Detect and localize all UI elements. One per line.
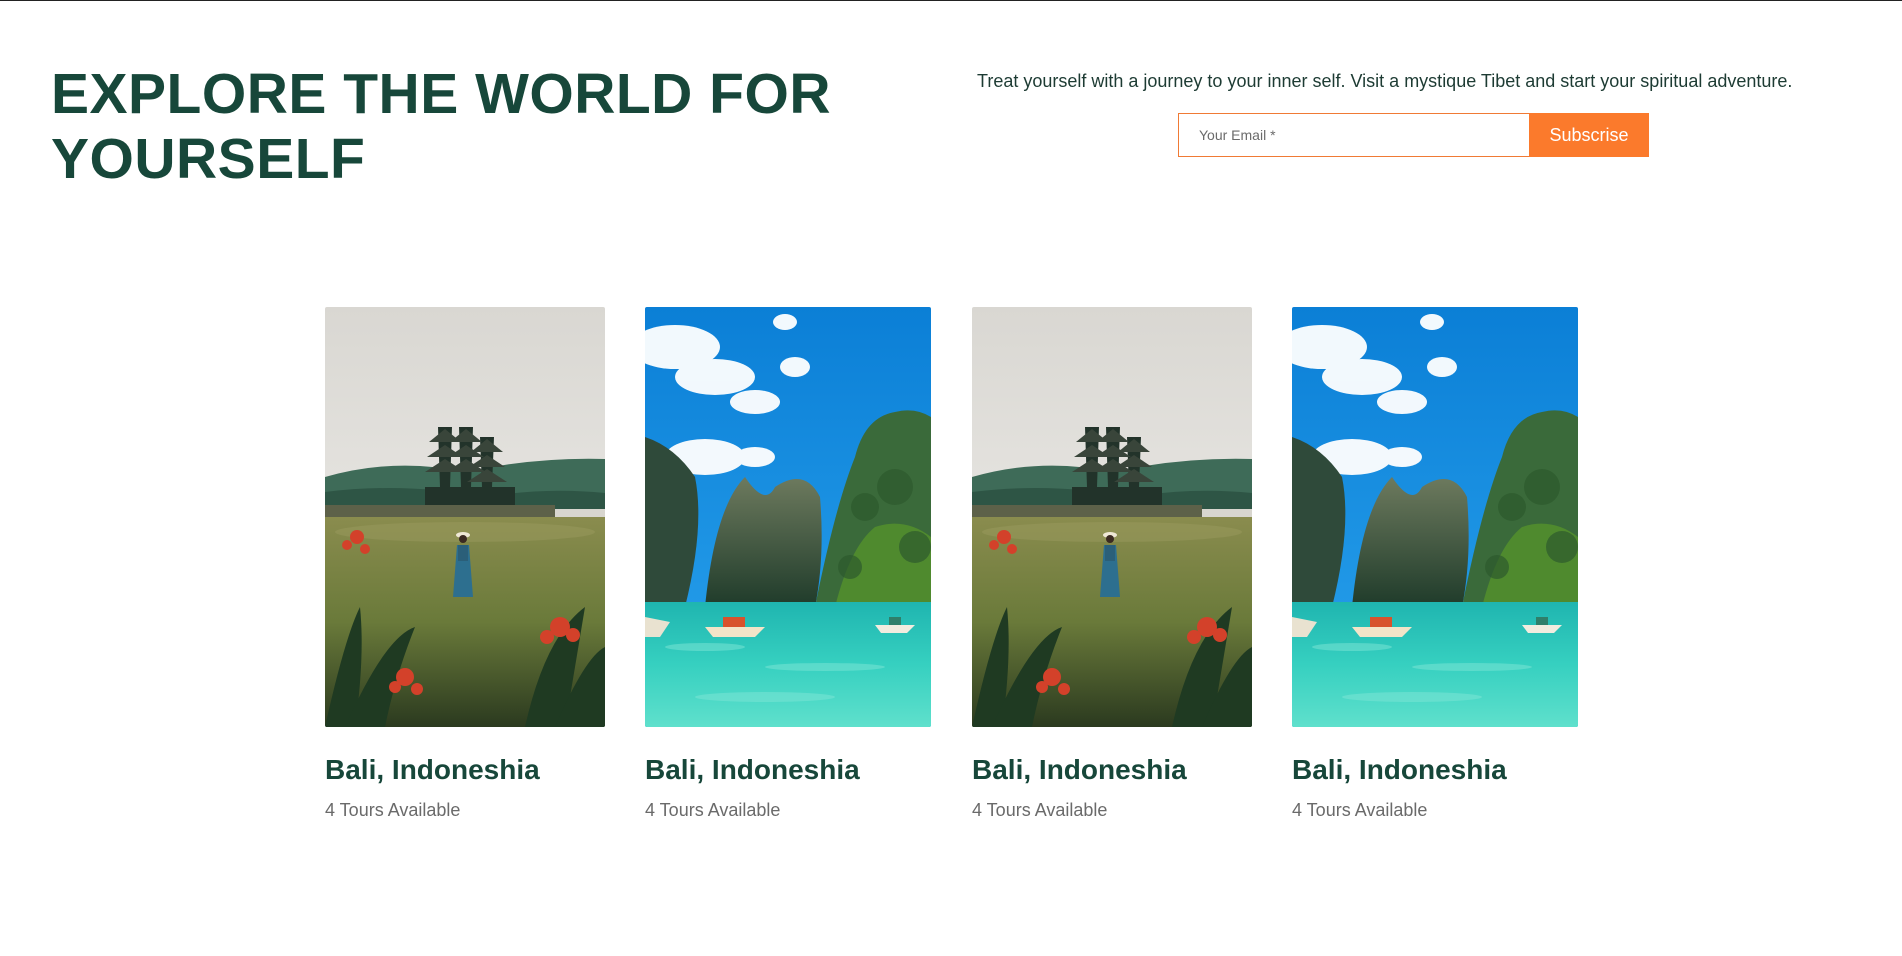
destination-photo[interactable] bbox=[972, 307, 1252, 727]
destination-title[interactable]: Bali, Indoneshia bbox=[325, 754, 605, 786]
destination-card[interactable]: Bali, Indoneshia 4 Tours Available bbox=[645, 307, 931, 821]
destinations-list: Bali, Indoneshia 4 Tours Available Bali,… bbox=[0, 307, 1902, 847]
tours-available: 4 Tours Available bbox=[325, 800, 461, 820]
tours-available: 4 Tours Available bbox=[1292, 800, 1428, 820]
hero-title: EXPLORE THE WORLD FOR YOURSELF bbox=[51, 62, 831, 191]
destination-card[interactable]: Bali, Indoneshia 4 Tours Available bbox=[1292, 307, 1578, 821]
destination-card[interactable]: Bali, Indoneshia 4 Tours Available bbox=[972, 307, 1252, 821]
tours-available: 4 Tours Available bbox=[645, 800, 781, 820]
hero-description: Treat yourself with a journey to your in… bbox=[977, 71, 1793, 91]
destination-card[interactable]: Bali, Indoneshia 4 Tours Available bbox=[325, 307, 605, 821]
subscribe-button[interactable]: Subscrise bbox=[1529, 113, 1649, 157]
destination-title[interactable]: Bali, Indoneshia bbox=[645, 754, 931, 786]
destination-photo[interactable] bbox=[325, 307, 605, 727]
email-input[interactable] bbox=[1178, 113, 1529, 157]
destination-photo[interactable] bbox=[645, 307, 931, 727]
tours-available: 4 Tours Available bbox=[972, 800, 1108, 820]
destination-photo[interactable] bbox=[1292, 307, 1578, 727]
destination-title[interactable]: Bali, Indoneshia bbox=[1292, 754, 1578, 786]
subscribe-form: Subscrise bbox=[1178, 113, 1649, 157]
newsletter-block: Treat yourself with a journey to your in… bbox=[977, 70, 1827, 92]
destination-title[interactable]: Bali, Indoneshia bbox=[972, 754, 1252, 786]
hero-section: EXPLORE THE WORLD FOR YOURSELF Treat you… bbox=[0, 0, 1902, 230]
